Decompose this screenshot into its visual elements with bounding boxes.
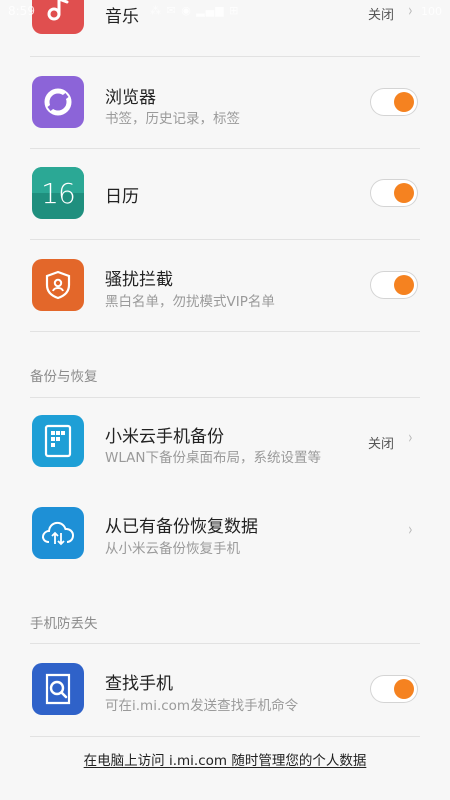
sync-item-calendar[interactable]: 16 日历 — [0, 149, 450, 239]
cloud-restore-icon — [32, 507, 84, 559]
search-phone-icon — [32, 663, 84, 715]
browser-sync-toggle[interactable] — [370, 88, 418, 116]
calendar-icon: 16 — [32, 167, 84, 219]
status-text: 关闭 — [368, 8, 395, 23]
row-subtitle: WLAN下备份桌面布局，系统设置等 — [105, 450, 322, 466]
backup-grid-icon — [32, 415, 84, 467]
find-phone-toggle[interactable] — [370, 675, 418, 703]
chevron-right-icon: › — [408, 520, 413, 540]
toggle-knob — [394, 92, 414, 112]
section-header-find-phone: 手机防丢失 — [30, 616, 98, 632]
music-note-icon — [32, 0, 84, 34]
browser-icon — [32, 76, 84, 128]
section-header-backup: 备份与恢复 — [30, 369, 98, 385]
row-title: 骚扰拦截 — [105, 270, 173, 290]
find-phone-item[interactable]: 查找手机 可在i.mi.com发送查找手机命令 — [0, 644, 450, 736]
cloud-backup-item[interactable]: 小米云手机备份 WLAN下备份桌面布局，系统设置等 关闭 › — [0, 398, 450, 486]
toggle-knob — [394, 183, 414, 203]
row-subtitle: 可在i.mi.com发送查找手机命令 — [105, 698, 299, 714]
sync-item-browser[interactable]: 浏览器 书签，历史记录，标签 — [0, 57, 450, 148]
row-title: 从已有备份恢复数据 — [105, 517, 258, 537]
status-text: 关闭 — [368, 437, 395, 452]
toggle-knob — [394, 275, 414, 295]
toggle-knob — [394, 679, 414, 699]
row-title: 小米云手机备份 — [105, 427, 224, 447]
sync-item-music[interactable]: 音乐 关闭 › — [0, 0, 450, 56]
sync-item-harass-block[interactable]: 骚扰拦截 黑白名单，勿扰模式VIP名单 — [0, 240, 450, 331]
chevron-right-icon: › — [408, 428, 413, 448]
harass-block-toggle[interactable] — [370, 271, 418, 299]
imi-footer-link[interactable]: 在电脑上访问 i.mi.com 随时管理您的个人数据 — [0, 749, 450, 769]
row-title: 日历 — [105, 187, 139, 207]
restore-backup-item[interactable]: 从已有备份恢复数据 从小米云备份恢复手机 › — [0, 487, 450, 577]
row-subtitle: 从小米云备份恢复手机 — [105, 541, 240, 557]
divider — [30, 736, 420, 737]
shield-user-icon — [32, 259, 84, 311]
calendar-day-number: 16 — [41, 176, 76, 210]
divider — [30, 331, 420, 332]
row-title: 浏览器 — [105, 88, 156, 108]
calendar-sync-toggle[interactable] — [370, 179, 418, 207]
row-subtitle: 黑白名单，勿扰模式VIP名单 — [105, 294, 275, 310]
row-subtitle: 书签，历史记录，标签 — [105, 111, 240, 127]
row-title: 查找手机 — [105, 674, 173, 694]
chevron-right-icon: › — [408, 1, 413, 21]
row-title: 音乐 — [105, 7, 139, 27]
